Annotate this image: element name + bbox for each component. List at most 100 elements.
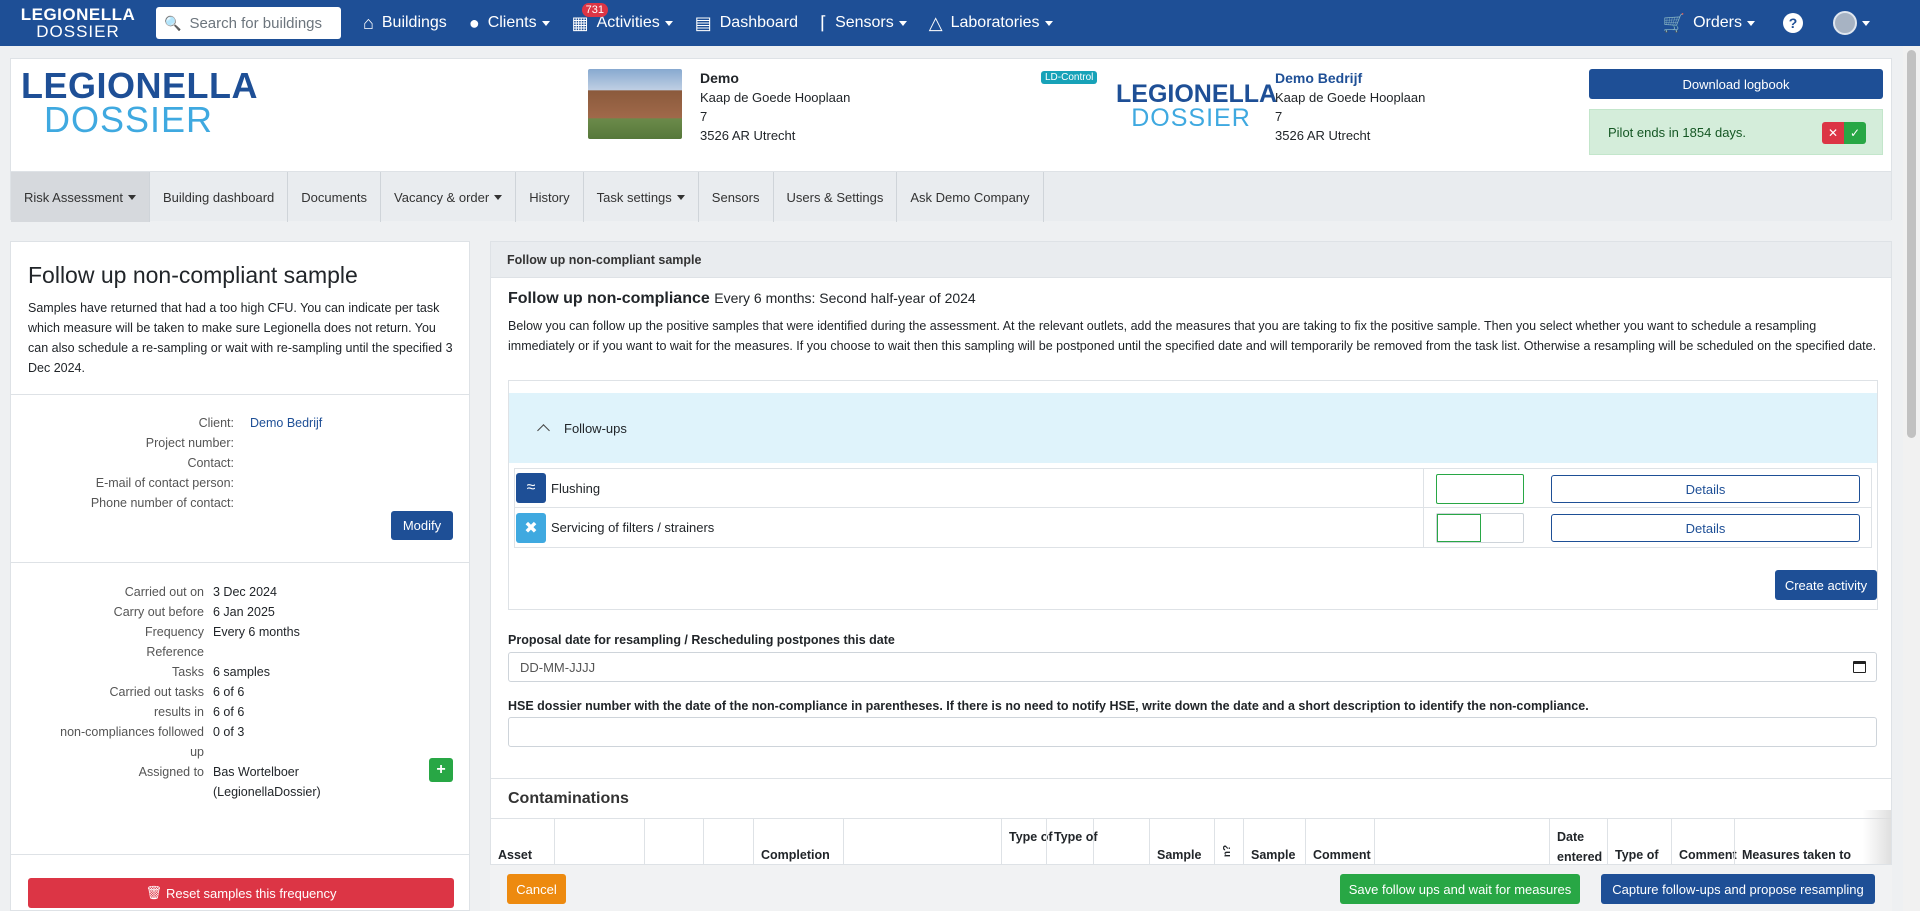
- navbar-logo[interactable]: LEGIONELLA DOSSIER: [0, 0, 156, 46]
- proposal-date-input[interactable]: DD-MM-JJJJ: [508, 652, 1877, 682]
- frequency-value: Every 6 months: [213, 625, 300, 639]
- col-comment: Comment: [1313, 848, 1371, 862]
- search-icon: 🔍: [164, 14, 182, 31]
- building-photo: [588, 69, 682, 139]
- carry-before-label: Carry out before: [113, 605, 204, 619]
- tab-sensors[interactable]: Sensors: [699, 172, 774, 222]
- noncompliance-label: non-compliances followed: [60, 725, 204, 739]
- nav-activities-label: Activities: [596, 14, 660, 31]
- nav-buildings-label: Buildings: [381, 14, 447, 31]
- ld-control-badge: LD-Control: [1041, 71, 1098, 84]
- divider: [491, 778, 1891, 779]
- col-completion: Completion: [761, 848, 830, 862]
- tab-documents[interactable]: Documents: [288, 172, 382, 222]
- carry-before-value: 6 Jan 2025: [213, 605, 275, 619]
- cart-icon: 🛒: [1662, 12, 1686, 33]
- page-scrollbar[interactable]: [1903, 46, 1920, 911]
- task-title: Follow up non-compliant sample: [28, 262, 358, 288]
- chevron-up-icon: [537, 423, 550, 437]
- contact-label: Contact:: [187, 456, 234, 470]
- close-icon[interactable]: ✕: [1822, 122, 1844, 144]
- reset-samples-button[interactable]: 🗑 Reset samples this frequency: [28, 878, 454, 908]
- building-street: Kaap de Goede Hooplaan: [700, 90, 851, 105]
- hse-input[interactable]: [508, 717, 1877, 747]
- modify-button[interactable]: Modify: [391, 511, 453, 540]
- company-logo-bottom: DOSSIER: [1131, 103, 1251, 132]
- followup-heading: Follow up non-compliance Every 6 months:…: [508, 290, 976, 308]
- building-city: 3526 AR Utrecht: [700, 128, 796, 143]
- email-label: E-mail of contact person:: [95, 476, 234, 490]
- followup-heading-sub: Every 6 months: Second half-year of 2024: [714, 290, 976, 306]
- task-details: Carried out on 3 Dec 2024 Carry out befo…: [11, 582, 469, 822]
- tab-ask-demo-company[interactable]: Ask Demo Company: [897, 172, 1044, 222]
- user-menu[interactable]: [1803, 11, 1870, 35]
- assigned-label: Assigned to: [138, 765, 204, 779]
- logo-text-top: LEGIONELLA: [21, 65, 258, 106]
- nav-laboratories[interactable]: △ Laboratories: [929, 13, 1053, 34]
- nav-orders[interactable]: 🛒 Orders: [1663, 13, 1755, 34]
- tab-building-dashboard[interactable]: Building dashboard: [150, 172, 289, 222]
- project-number-label: Project number:: [145, 436, 234, 450]
- tasks-label: Tasks: [172, 665, 204, 679]
- check-icon[interactable]: ✓: [1844, 122, 1866, 144]
- tab-task-settings[interactable]: Task settings: [584, 172, 699, 222]
- download-logbook-button[interactable]: Download logbook: [1589, 69, 1883, 99]
- filters-toggle[interactable]: [1436, 513, 1524, 543]
- client-info: Client: Demo Bedrijf Project number: Con…: [11, 413, 469, 513]
- col-sample-2: Sample: [1251, 848, 1296, 862]
- top-navbar: LEGIONELLA DOSSIER 🔍 Search for building…: [0, 0, 1920, 46]
- followups-accordion-toggle[interactable]: Follow-ups: [509, 393, 1877, 463]
- frequency-label: Frequency: [144, 625, 204, 639]
- building-name: Demo: [700, 70, 739, 86]
- filters-details-button[interactable]: Details: [1551, 514, 1860, 542]
- nav-buildings[interactable]: ⌂ Buildings: [363, 13, 447, 34]
- reset-samples-label: Reset samples this frequency: [165, 885, 337, 901]
- nav-orders-label: Orders: [1693, 14, 1742, 31]
- building-search-input[interactable]: 🔍 Search for buildings: [156, 7, 341, 39]
- company-logo: LEGIONELLA DOSSIER: [1116, 82, 1277, 132]
- capture-resample-button[interactable]: Capture follow-ups and propose resamplin…: [1601, 874, 1875, 904]
- flushing-toggle[interactable]: [1436, 474, 1524, 504]
- nav-clients[interactable]: ● Clients: [469, 13, 550, 34]
- followup-heading-title: Follow up non-compliance: [508, 290, 710, 307]
- flushing-details-button[interactable]: Details: [1551, 475, 1860, 503]
- company-name-link[interactable]: Demo Bedrijf: [1275, 69, 1425, 88]
- tab-users-settings[interactable]: Users & Settings: [774, 172, 898, 222]
- nav-dashboard[interactable]: ▤ Dashboard: [695, 13, 798, 34]
- trash-icon: 🗑: [145, 885, 162, 900]
- cancel-button[interactable]: Cancel: [507, 874, 566, 904]
- save-wait-button[interactable]: Save follow ups and wait for measures: [1340, 874, 1580, 904]
- nav-activities[interactable]: ▦ 731 Activities: [572, 2, 673, 34]
- tab-risk-assessment[interactable]: Risk Assessment: [11, 172, 150, 222]
- toggle-selected-half: [1437, 514, 1481, 542]
- pilot-actions: ✕ ✓: [1822, 122, 1866, 144]
- assigned-name: Bas Wortelboer: [213, 765, 299, 779]
- help-icon[interactable]: ?: [1783, 13, 1803, 33]
- create-activity-button[interactable]: Create activity: [1775, 570, 1877, 600]
- company-city: 3526 AR Utrecht: [1275, 128, 1371, 143]
- plus-icon: +: [436, 761, 446, 778]
- flask-icon: △: [928, 12, 943, 33]
- followup-description: Below you can follow up the positive sam…: [508, 319, 1877, 353]
- column-divider: [1423, 508, 1424, 547]
- add-assignee-button[interactable]: +: [429, 758, 453, 782]
- scrollbar-thumb[interactable]: [1907, 50, 1916, 438]
- noncompliance-label-cont: up: [190, 745, 204, 759]
- calendar-icon[interactable]: [1853, 661, 1866, 673]
- search-placeholder: Search for buildings: [189, 14, 323, 32]
- building-number: 7: [700, 109, 708, 124]
- avatar: [1833, 11, 1857, 35]
- assigned-org: (LegionellaDossier): [213, 785, 321, 799]
- pilot-text: Pilot ends in 1854 days.: [1608, 124, 1747, 140]
- followup-label-flushing: Flushing: [551, 480, 601, 496]
- building-tabs: Risk Assessment Building dashboard Docum…: [11, 171, 1891, 222]
- tab-history[interactable]: History: [516, 172, 584, 222]
- tab-vacancy-order[interactable]: Vacancy & order: [381, 172, 517, 222]
- carried-out-on-value: 3 Dec 2024: [213, 585, 277, 599]
- followup-label-filters: Servicing of filters / strainers: [551, 520, 715, 535]
- navbar-logo-bottom: DOSSIER: [36, 22, 120, 41]
- company-street: Kaap de Goede Hooplaan: [1275, 90, 1426, 105]
- client-link[interactable]: Demo Bedrijf: [250, 413, 322, 433]
- nav-sensors[interactable]: ⌈ Sensors: [820, 13, 907, 34]
- table-row: ✖ Servicing of filters / strainers Detai…: [515, 508, 1871, 547]
